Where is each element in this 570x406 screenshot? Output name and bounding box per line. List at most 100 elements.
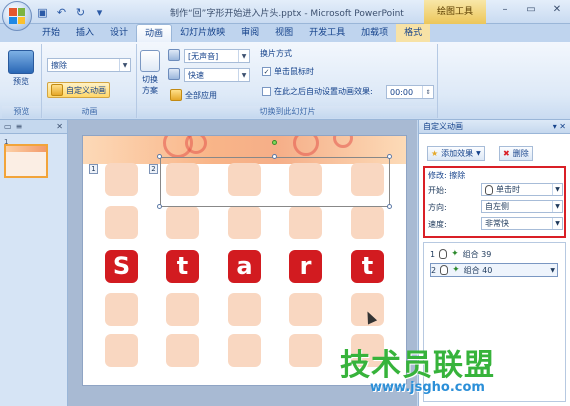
custom-animation-label: 自定义动画 xyxy=(66,85,106,95)
animation-name: 组合 40 xyxy=(463,265,493,275)
speed-row xyxy=(168,68,180,80)
switch-scheme-button[interactable]: 切换 方案 xyxy=(140,50,160,96)
letter-tile-t2[interactable]: t xyxy=(351,250,384,283)
close-pane-icon[interactable]: ✕ xyxy=(559,122,566,131)
on-click-checkbox[interactable]: ✓ 单击鼠标时 xyxy=(262,66,314,77)
chevron-down-icon: ▼ xyxy=(238,69,249,81)
tab-review[interactable]: 审阅 xyxy=(233,24,267,42)
switch-scheme-label: 切换 xyxy=(142,75,158,84)
tile[interactable] xyxy=(351,206,384,239)
modify-effect-box: 修改: 擦除 开始: 单击时 ▼ 方向: 自左侧 ▼ 速度: 非常快 ▼ xyxy=(423,166,566,238)
spinner-icon: ⇕ xyxy=(422,86,433,98)
letter-tile-s[interactable]: S xyxy=(105,250,138,283)
custom-animation-title: 自定义动画 xyxy=(423,122,463,131)
animation-item[interactable]: 1 ✦ 组合 39 xyxy=(430,247,558,261)
chevron-down-icon[interactable]: ▼ xyxy=(550,267,555,274)
tile[interactable] xyxy=(166,293,199,326)
tile[interactable] xyxy=(289,206,322,239)
animation-order-tag[interactable]: 2 xyxy=(149,164,158,174)
resize-handle[interactable] xyxy=(387,154,392,159)
ribbon-tabs: 开始 插入 设计 动画 幻灯片放映 审阅 视图 开发工具 加载项 格式 xyxy=(0,24,570,42)
custom-animation-icon xyxy=(51,84,63,96)
animation-item[interactable]: 2 ✦ 组合 40 ▼ xyxy=(430,263,558,277)
direction-combo[interactable]: 自左侧 ▼ xyxy=(481,200,563,213)
close-pane-icon[interactable]: ✕ xyxy=(56,122,63,131)
tile[interactable] xyxy=(228,334,261,367)
tile[interactable] xyxy=(228,293,261,326)
tile[interactable] xyxy=(289,334,322,367)
watermark-url: www.jsgho.com xyxy=(370,380,485,395)
animation-name: 组合 39 xyxy=(462,249,492,259)
selection-box[interactable] xyxy=(160,157,390,207)
auto-after-checkbox[interactable]: 在此之后自动设置动画效果: xyxy=(262,86,373,97)
tile[interactable] xyxy=(228,206,261,239)
thumbnail-header xyxy=(6,146,46,152)
preview-icon xyxy=(8,50,34,74)
speed-icon xyxy=(168,68,180,80)
sound-icon xyxy=(168,49,180,61)
minimize-icon[interactable]: – xyxy=(492,0,518,18)
resize-handle[interactable] xyxy=(387,204,392,209)
office-button[interactable] xyxy=(2,1,32,31)
customize-qat-icon[interactable]: ▾ xyxy=(93,6,106,19)
tile[interactable] xyxy=(166,206,199,239)
entrance-effect-icon: ✦ xyxy=(451,249,459,259)
save-icon[interactable]: ▣ xyxy=(36,6,49,19)
switch-scheme-label2: 方案 xyxy=(142,86,158,95)
speed-combo[interactable]: 快速 ▼ xyxy=(184,68,250,82)
mouse-icon xyxy=(485,184,493,195)
tile[interactable] xyxy=(289,293,322,326)
effect-combo[interactable]: 擦除 ▼ xyxy=(47,58,131,72)
chevron-down-icon: ▼ xyxy=(552,184,562,195)
tile[interactable] xyxy=(105,163,138,196)
animation-order-tag[interactable]: 1 xyxy=(89,164,98,174)
resize-handle[interactable] xyxy=(157,154,162,159)
direction-label: 方向: xyxy=(428,203,447,212)
close-icon[interactable]: ✕ xyxy=(544,0,570,18)
slides-tab-icon[interactable]: ▭ xyxy=(4,122,12,131)
remove-effect-button[interactable]: ✖ 删除 xyxy=(499,146,533,161)
preview-button[interactable]: 预览 xyxy=(8,50,34,87)
resize-handle[interactable] xyxy=(157,204,162,209)
tile[interactable] xyxy=(105,293,138,326)
sound-combo[interactable]: [无声音] ▼ xyxy=(184,49,250,63)
speed-label: 速度: xyxy=(428,220,447,229)
speed-value: 非常快 xyxy=(485,219,509,228)
slide-thumbnail[interactable] xyxy=(4,144,48,178)
start-combo[interactable]: 单击时 ▼ xyxy=(481,183,563,196)
rotate-handle[interactable] xyxy=(272,140,277,145)
tab-addins[interactable]: 加载项 xyxy=(353,24,396,42)
tab-design[interactable]: 设计 xyxy=(102,24,136,42)
maximize-icon[interactable]: ▭ xyxy=(518,0,544,18)
letter-tile-a[interactable]: a xyxy=(228,250,261,283)
outline-tab-icon[interactable]: ≡ xyxy=(16,122,23,131)
custom-animation-button[interactable]: 自定义动画 xyxy=(47,82,110,98)
tab-developer[interactable]: 开发工具 xyxy=(301,24,353,42)
tab-slideshow[interactable]: 幻灯片放映 xyxy=(172,24,233,42)
window-title: 制作“回”字形开始进入片头.pptx - Microsoft PowerPoin… xyxy=(170,9,404,19)
tab-insert[interactable]: 插入 xyxy=(68,24,102,42)
tab-home[interactable]: 开始 xyxy=(34,24,68,42)
tile[interactable] xyxy=(166,334,199,367)
tab-view[interactable]: 视图 xyxy=(267,24,301,42)
start-label: 开始: xyxy=(428,186,447,195)
start-value: 单击时 xyxy=(496,185,520,194)
letter-tile-t[interactable]: t xyxy=(166,250,199,283)
pane-controls: ▾ ✕ xyxy=(553,122,566,131)
undo-icon[interactable]: ↶ xyxy=(55,6,68,19)
auto-after-label: 在此之后自动设置动画效果: xyxy=(274,87,373,96)
apply-all-button[interactable]: 全部应用 xyxy=(170,89,217,101)
add-effect-button[interactable]: ★ 添加效果 ▼ xyxy=(427,146,485,161)
redo-icon[interactable]: ↻ xyxy=(74,6,87,19)
auto-time-spinner[interactable]: 00:00 ⇕ xyxy=(386,85,434,99)
tile[interactable] xyxy=(105,334,138,367)
switch-scheme-icon xyxy=(140,50,160,72)
speed-combo-pane[interactable]: 非常快 ▼ xyxy=(481,217,563,230)
effect-combo-value: 擦除 xyxy=(51,60,67,70)
tab-format[interactable]: 格式 xyxy=(396,24,431,42)
resize-handle[interactable] xyxy=(272,154,277,159)
tile[interactable] xyxy=(105,206,138,239)
pane-menu-icon[interactable]: ▾ xyxy=(553,122,557,131)
letter-tile-r[interactable]: r xyxy=(289,250,322,283)
tab-animation[interactable]: 动画 xyxy=(136,24,173,42)
